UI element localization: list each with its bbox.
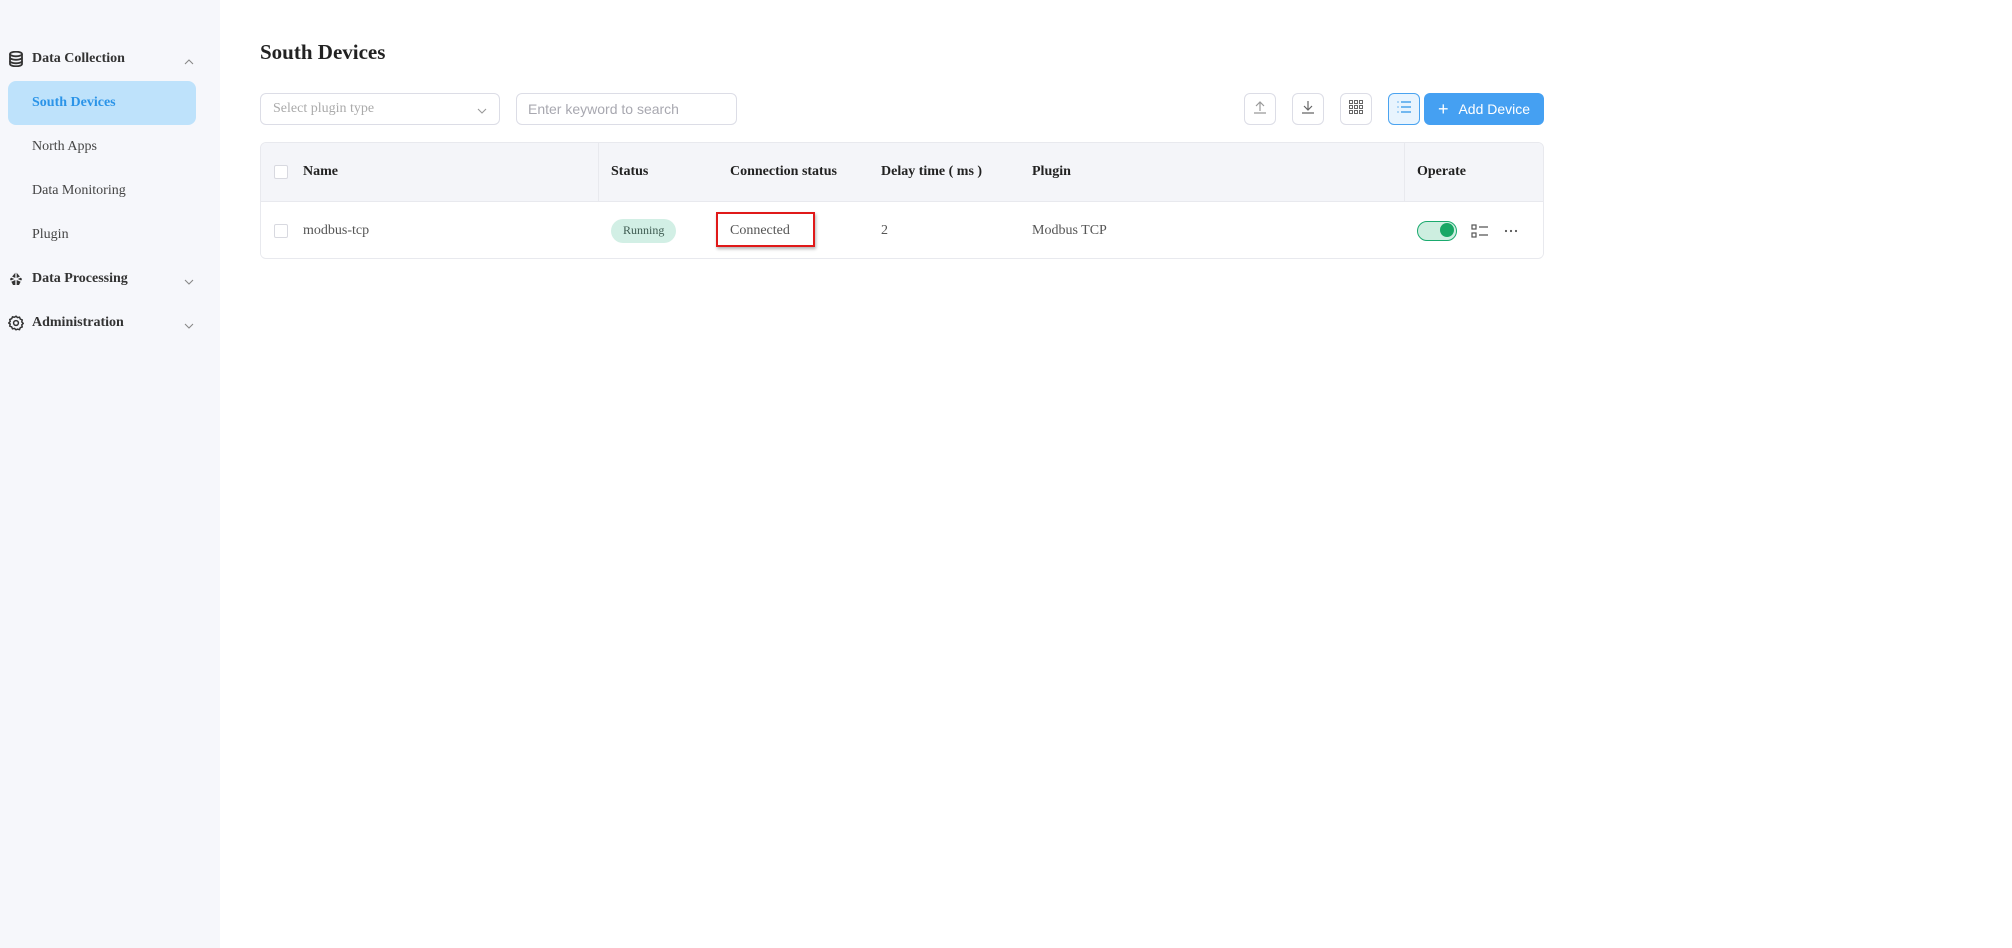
device-name-link[interactable]: modbus-tcp (303, 202, 369, 258)
sidebar-group-data-collection[interactable]: Data Collection (0, 37, 220, 81)
sidebar-item-north-apps[interactable]: North Apps (8, 125, 196, 169)
toggle-knob (1440, 223, 1454, 237)
upload-button[interactable] (1244, 93, 1276, 125)
grid-view-icon (1348, 99, 1364, 120)
more-icon[interactable] (1503, 223, 1519, 239)
device-config-icon[interactable] (1471, 223, 1489, 239)
sidebar-group-label: Data Processing (32, 271, 128, 286)
chevron-up-icon (184, 54, 194, 65)
plus-icon: + (1437, 99, 1449, 119)
column-header-operate: Operate (1417, 164, 1466, 179)
sidebar-item-plugin[interactable]: Plugin (8, 213, 196, 257)
select-all-checkbox[interactable] (274, 165, 288, 179)
connection-status: Connected (730, 222, 790, 238)
sidebar-item-data-monitoring[interactable]: Data Monitoring (8, 169, 196, 213)
add-device-button[interactable]: + Add Device (1424, 93, 1544, 125)
sidebar-group-data-processing[interactable]: Data Processing (0, 257, 220, 301)
column-header-name: Name (303, 164, 338, 179)
chevron-down-icon (184, 274, 194, 285)
sidebar-item-label: South Devices (32, 95, 116, 110)
table-header: Name Status Connection status Delay time… (261, 143, 1543, 202)
table-row: modbus-tcp Running Connected 2 Modbus TC… (261, 202, 1543, 258)
column-header-connection-status: Connection status (730, 164, 837, 179)
devices-table: Name Status Connection status Delay time… (260, 142, 1544, 259)
page-title: South Devices (260, 40, 386, 64)
plugin-name: Modbus TCP (1032, 222, 1107, 238)
add-device-label: Add Device (1458, 101, 1531, 117)
column-divider (598, 143, 599, 202)
sidebar-group-label: Data Collection (32, 51, 125, 66)
download-button[interactable] (1292, 93, 1324, 125)
database-icon (8, 51, 24, 67)
status-badge: Running (611, 218, 677, 243)
search-input[interactable] (516, 93, 737, 125)
column-divider (1404, 143, 1405, 202)
plugin-type-select[interactable]: Select plugin type (260, 93, 500, 125)
column-header-status: Status (611, 164, 649, 179)
processing-icon (8, 271, 24, 287)
sidebar-item-label: Plugin (32, 227, 69, 242)
plugin-type-placeholder: Select plugin type (273, 101, 375, 116)
gear-icon (8, 315, 24, 331)
list-view-icon (1396, 99, 1412, 120)
column-header-delay-time: Delay time ( ms ) (881, 164, 983, 179)
download-icon (1300, 99, 1316, 120)
sidebar-item-south-devices[interactable]: South Devices (8, 81, 196, 125)
row-checkbox[interactable] (274, 223, 288, 238)
chevron-down-icon (477, 105, 487, 115)
upload-icon (1252, 99, 1268, 120)
sidebar-group-administration[interactable]: Administration (0, 301, 220, 345)
list-view-button[interactable] (1388, 93, 1420, 125)
sidebar-item-label: North Apps (32, 139, 97, 154)
sidebar: Data Collection South Devices North Apps… (0, 0, 220, 948)
sidebar-item-label: Data Monitoring (32, 183, 126, 198)
grid-view-button[interactable] (1340, 93, 1372, 125)
sidebar-group-label: Administration (32, 315, 124, 330)
chevron-down-icon (184, 318, 194, 329)
column-header-plugin: Plugin (1032, 164, 1071, 179)
delay-time: 2 (881, 222, 888, 238)
device-enable-toggle[interactable] (1417, 220, 1457, 241)
